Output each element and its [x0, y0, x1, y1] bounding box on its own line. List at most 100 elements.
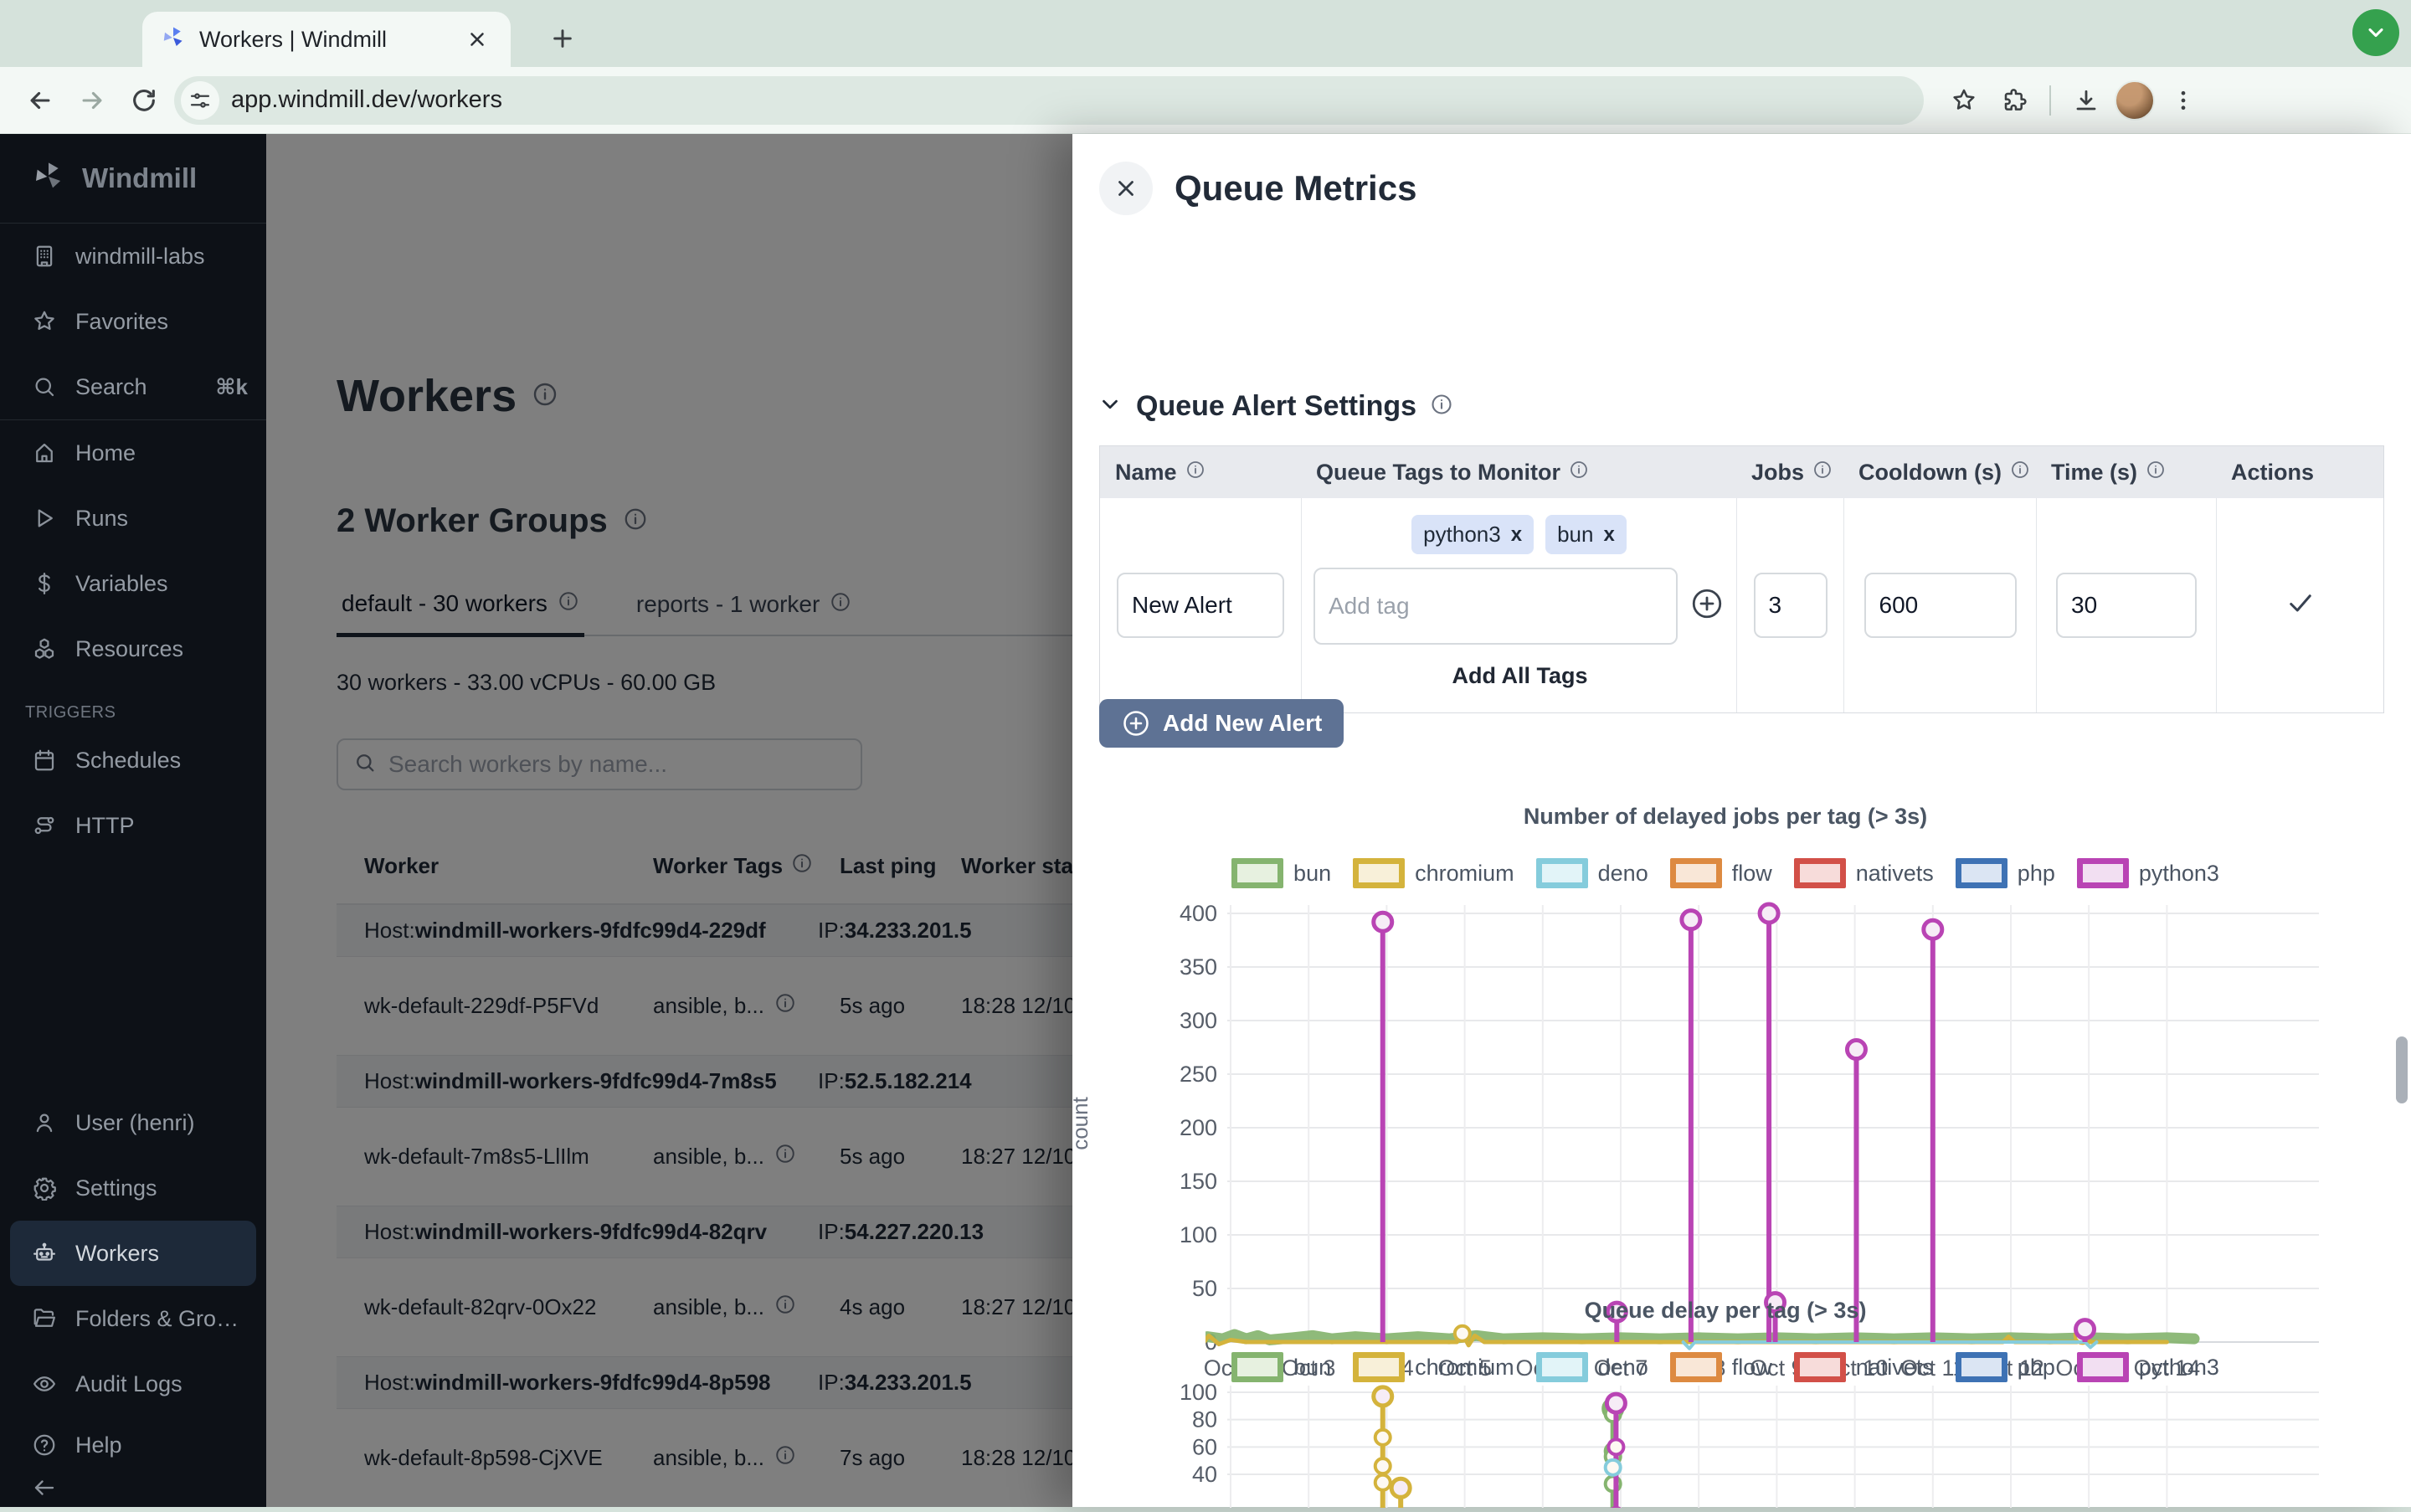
svg-text:count: count — [1072, 1096, 1092, 1149]
windmill-brand[interactable]: Windmill — [0, 134, 266, 223]
add-new-alert-button[interactable]: Add New Alert — [1099, 699, 1344, 748]
add-tag-plus-icon[interactable] — [1689, 586, 1725, 627]
alert-settings-title: Queue Alert Settings — [1136, 390, 1416, 423]
profile-avatar[interactable] — [2115, 80, 2155, 121]
chrome-profile-chevron-button[interactable] — [2352, 9, 2399, 56]
legend-item-flow[interactable]: flow — [1670, 858, 1772, 888]
legend-swatch — [1536, 858, 1588, 888]
queue-tag-pill[interactable]: bunx — [1545, 515, 1627, 554]
sidebar-top-group: FavoritesSearch⌘k — [0, 289, 266, 419]
info-icon[interactable] — [2146, 460, 2166, 486]
info-icon[interactable] — [1430, 393, 1453, 420]
bookmark-star-icon[interactable] — [1942, 79, 1986, 122]
alert-name-input[interactable] — [1117, 573, 1284, 638]
play-icon — [32, 506, 57, 531]
url-bar[interactable]: app.windmill.dev/workers — [174, 76, 1924, 125]
scrollbar-thumb[interactable] — [2396, 1036, 2408, 1103]
sidebar-item-search[interactable]: Search⌘k — [0, 354, 266, 419]
site-settings-icon[interactable] — [181, 81, 219, 120]
legend-item-nativets[interactable]: nativets — [1794, 1352, 1934, 1382]
confirm-check-icon[interactable] — [2285, 588, 2316, 624]
close-drawer-button[interactable] — [1099, 162, 1153, 215]
sidebar-item-workers[interactable]: Workers — [10, 1221, 256, 1286]
chart-legend: bun chromium deno flow nativets php python3 — [1072, 1352, 2378, 1382]
sidebar-item-folders-groups[interactable]: Folders & Groups... — [0, 1286, 266, 1351]
user-icon — [32, 1110, 57, 1135]
legend-item-deno[interactable]: deno — [1536, 858, 1648, 888]
sidebar-item-runs[interactable]: Runs — [0, 486, 266, 551]
sidebar-item-label: Settings — [75, 1175, 248, 1201]
back-button-icon[interactable] — [18, 79, 62, 122]
legend-item-nativets[interactable]: nativets — [1794, 858, 1934, 888]
sidebar-item-label: Schedules — [75, 748, 248, 774]
legend-item-chromium[interactable]: chromium — [1353, 1352, 1514, 1382]
sidebar-item-home[interactable]: Home — [0, 420, 266, 486]
legend-item-python3[interactable]: python3 — [2077, 858, 2219, 888]
sidebar-item-http[interactable]: HTTP — [0, 793, 266, 858]
svg-text:100: 100 — [1180, 1222, 1217, 1247]
folder-icon — [32, 1306, 57, 1331]
legend-item-flow[interactable]: flow — [1670, 1352, 1772, 1382]
downloads-icon[interactable] — [2064, 79, 2108, 122]
help-icon — [32, 1432, 57, 1458]
legend-item-chromium[interactable]: chromium — [1353, 858, 1514, 888]
sidebar-item-settings[interactable]: Settings — [0, 1155, 266, 1221]
drawer-title: Queue Metrics — [1175, 168, 1416, 208]
sidebar-item-variables[interactable]: Variables — [0, 551, 266, 616]
chart-title: Number of delayed jobs per tag (> 3s) — [1072, 804, 2378, 830]
sidebar-item-schedules[interactable]: Schedules — [0, 728, 266, 793]
collapse-sidebar-icon[interactable] — [0, 1468, 266, 1507]
browser-tab[interactable]: Workers | Windmill — [142, 12, 511, 67]
svg-text:40: 40 — [1192, 1462, 1217, 1487]
legend-item-php[interactable]: php — [1956, 858, 2055, 888]
sidebar-item-audit-logs[interactable]: Audit Logs — [0, 1351, 266, 1417]
legend-item-php[interactable]: php — [1956, 1352, 2055, 1382]
time-input[interactable] — [2056, 573, 2197, 638]
legend-item-deno[interactable]: deno — [1536, 1352, 1648, 1382]
sidebar-item-resources[interactable]: Resources — [0, 616, 266, 681]
remove-tag-icon[interactable]: x — [1511, 523, 1522, 547]
sidebar-main-group: HomeRunsVariablesResources — [0, 420, 266, 681]
chevron-down-icon[interactable] — [1098, 392, 1123, 421]
star-icon — [32, 309, 57, 334]
cubes-icon — [32, 636, 57, 661]
sidebar-item-user-henri[interactable]: User (henri) — [0, 1090, 266, 1155]
browser-menu-kebab-icon[interactable] — [2162, 79, 2205, 122]
windmill-logo-icon — [32, 160, 65, 198]
svg-text:250: 250 — [1180, 1062, 1217, 1087]
extensions-puzzle-icon[interactable] — [1992, 79, 2036, 122]
sidebar-triggers-group: Schedules HTTP — [0, 728, 266, 858]
reload-button-icon[interactable] — [122, 79, 166, 122]
info-icon[interactable] — [2010, 460, 2030, 486]
sidebar-workspace-group: windmill-labs — [0, 224, 266, 289]
forward-button-icon[interactable] — [70, 79, 114, 122]
remove-tag-icon[interactable]: x — [1603, 523, 1614, 547]
legend-swatch — [1231, 858, 1283, 888]
url-text[interactable]: app.windmill.dev/workers — [231, 86, 502, 114]
info-icon[interactable] — [1185, 460, 1206, 486]
legend-swatch — [1794, 858, 1846, 888]
sidebar-item-help[interactable]: Help — [0, 1422, 266, 1468]
info-icon[interactable] — [1812, 460, 1833, 486]
legend-item-python3[interactable]: python3 — [2077, 1352, 2219, 1382]
svg-text:200: 200 — [1180, 1115, 1217, 1140]
new-tab-button[interactable] — [542, 18, 583, 59]
legend-swatch — [1353, 1352, 1405, 1382]
search-icon — [32, 374, 57, 399]
sidebar-item-favorites[interactable]: Favorites — [0, 289, 266, 354]
route-icon — [32, 813, 57, 838]
sidebar-item-windmill-labs[interactable]: windmill-labs — [0, 224, 266, 289]
jobs-input[interactable] — [1754, 573, 1828, 638]
drawer-backdrop[interactable] — [266, 134, 1072, 1507]
queue-metrics-drawer: Queue Metrics Queue Alert Settings Name … — [1072, 134, 2411, 1507]
queue-tag-pill[interactable]: python3x — [1411, 515, 1534, 554]
chart-title: Queue delay per tag (> 3s) — [1072, 1298, 2378, 1324]
legend-item-bun[interactable]: bun — [1231, 1352, 1331, 1382]
add-tag-input[interactable] — [1313, 568, 1678, 645]
cooldown-input[interactable] — [1864, 573, 2017, 638]
tab-close-icon[interactable] — [462, 24, 492, 54]
info-icon[interactable] — [1569, 460, 1589, 486]
add-all-tags-link[interactable]: Add All Tags — [1451, 658, 1588, 699]
legend-item-bun[interactable]: bun — [1231, 858, 1331, 888]
svg-text:350: 350 — [1180, 954, 1217, 980]
